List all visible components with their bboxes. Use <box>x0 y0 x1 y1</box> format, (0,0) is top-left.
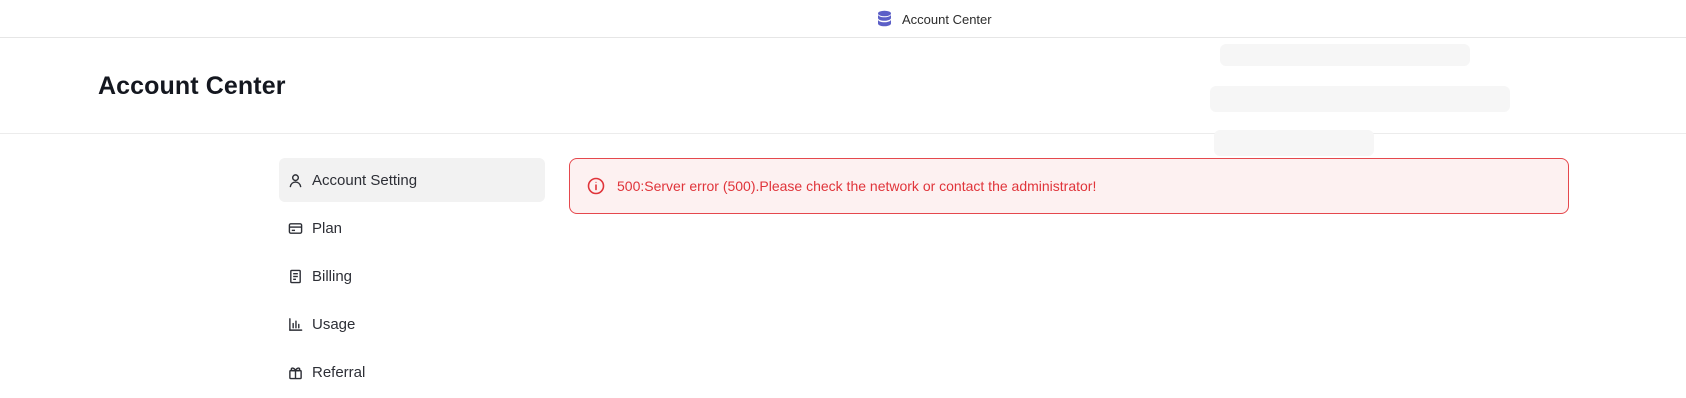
topbar-brand[interactable]: Account Center <box>877 9 992 29</box>
page-header: Account Center <box>0 38 1686 156</box>
account-sidebar: Account Setting Plan Billing Usage Refer… <box>279 158 545 398</box>
error-alert: 500:Server error (500).Please check the … <box>569 158 1569 214</box>
sidebar-item-label: Billing <box>312 267 353 285</box>
user-icon <box>288 173 303 188</box>
sidebar-item-label: Account Setting <box>312 171 418 189</box>
database-icon <box>878 10 891 27</box>
error-message: 500:Server error (500).Please check the … <box>617 178 1097 194</box>
page-title: Account Center <box>98 72 286 100</box>
sidebar-item-usage[interactable]: Usage <box>279 302 545 346</box>
gift-icon <box>288 365 303 380</box>
top-navigation-bar: Account Center <box>0 0 1686 38</box>
sidebar-item-billing[interactable]: Billing <box>279 254 545 298</box>
sidebar-item-plan[interactable]: Plan <box>279 206 545 250</box>
bar-chart-icon <box>288 317 303 332</box>
sidebar-item-label: Usage <box>312 315 356 333</box>
info-circle-icon <box>587 177 605 195</box>
credit-card-icon <box>288 221 303 236</box>
sidebar-item-label: Referral <box>312 363 366 381</box>
sidebar-item-label: Plan <box>312 219 343 237</box>
sidebar-item-referral[interactable]: Referral <box>279 350 545 394</box>
sidebar-item-account-setting[interactable]: Account Setting <box>279 158 545 202</box>
receipt-icon <box>288 269 303 284</box>
topbar-title: Account Center <box>902 11 992 27</box>
